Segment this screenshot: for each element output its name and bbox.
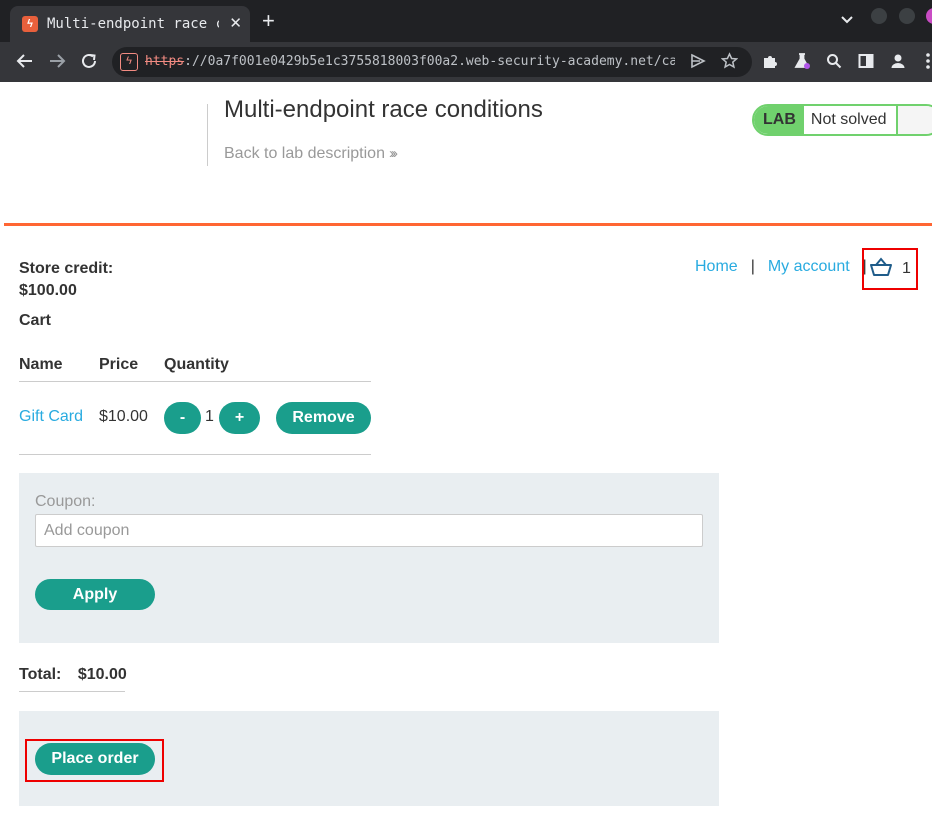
top-nav: Home | My account | bbox=[695, 258, 880, 276]
back-arrow-icon[interactable] bbox=[15, 52, 35, 75]
magnifier-icon[interactable] bbox=[824, 52, 844, 75]
back-link-label: Back to lab description bbox=[224, 145, 385, 162]
header-separator bbox=[4, 223, 932, 226]
item-price: $10.00 bbox=[99, 408, 148, 425]
window-minimize-icon[interactable] bbox=[871, 8, 887, 24]
basket-icon bbox=[869, 256, 893, 282]
order-total: Total: $10.00 bbox=[19, 666, 127, 684]
profile-icon[interactable] bbox=[888, 52, 908, 75]
browser-tab[interactable]: ϟ Multi-endpoint race conditions ✕ bbox=[10, 6, 250, 42]
column-header-price: Price bbox=[99, 356, 139, 373]
store-credit-label: Store credit: bbox=[19, 260, 114, 277]
star-icon[interactable] bbox=[720, 52, 739, 74]
increase-quantity-button[interactable]: + bbox=[219, 402, 260, 434]
page-title: Multi-endpoint race conditions bbox=[224, 96, 543, 123]
sidebar-icon[interactable] bbox=[856, 52, 876, 75]
total-value: $10.00 bbox=[77, 666, 127, 683]
back-to-lab-description-link[interactable]: Back to lab description ››› bbox=[224, 145, 398, 163]
forward-arrow-icon[interactable] bbox=[47, 52, 67, 75]
store-credit-value: $100.00 bbox=[19, 282, 77, 299]
window-maximize-icon[interactable] bbox=[899, 8, 915, 24]
store-credit: Store credit: $100.00 bbox=[19, 258, 113, 302]
double-chevron-right-icon: ››› bbox=[388, 145, 398, 162]
total-label: Total: bbox=[19, 666, 62, 683]
cart-heading: Cart bbox=[19, 312, 52, 329]
send-icon[interactable] bbox=[690, 52, 706, 74]
lab-status: Not solved bbox=[810, 111, 887, 128]
reload-icon[interactable] bbox=[79, 52, 99, 75]
browser-tab-bar: ϟ Multi-endpoint race conditions ✕ + bbox=[0, 0, 932, 42]
new-tab-button[interactable]: + bbox=[262, 10, 275, 32]
browser-toolbar: ϟ https://0a7f001e0429b5e1c3755818003f00… bbox=[0, 42, 932, 82]
puzzle-icon[interactable] bbox=[760, 52, 780, 75]
column-header-quantity: Quantity bbox=[164, 356, 229, 373]
url-text: https://0a7f001e0429b5e1c3755818003f00a2… bbox=[145, 54, 675, 69]
remove-item-button[interactable]: Remove bbox=[276, 402, 371, 434]
close-tab-icon[interactable]: ✕ bbox=[229, 14, 242, 34]
lightning-icon: ϟ bbox=[22, 16, 38, 32]
cart-link[interactable]: 1 bbox=[862, 248, 918, 290]
lab-status-badge: LAB Not solved bbox=[752, 104, 932, 136]
nav-separator: | bbox=[750, 258, 755, 275]
lab-label: LAB bbox=[754, 106, 804, 134]
coupon-form bbox=[19, 473, 719, 643]
tab-title: Multi-endpoint race conditions bbox=[47, 16, 219, 32]
my-account-link[interactable]: My account bbox=[768, 258, 850, 276]
flask-icon[interactable] bbox=[792, 52, 812, 75]
kebab-menu-icon[interactable] bbox=[918, 52, 932, 75]
site-info-icon[interactable]: ϟ bbox=[120, 53, 138, 71]
table-divider bbox=[19, 381, 371, 382]
header-divider bbox=[207, 104, 208, 166]
apply-coupon-button[interactable]: Apply bbox=[35, 579, 155, 610]
lab-status-extra bbox=[895, 106, 932, 134]
window-close-icon[interactable] bbox=[926, 8, 932, 24]
coupon-input[interactable]: Add coupon bbox=[35, 514, 703, 547]
coupon-label: Coupon: bbox=[35, 493, 96, 510]
tab-search-chevron-icon[interactable] bbox=[840, 12, 854, 29]
item-quantity: 1 bbox=[205, 408, 214, 425]
decrease-quantity-button[interactable]: - bbox=[164, 402, 201, 434]
address-bar[interactable]: ϟ https://0a7f001e0429b5e1c3755818003f00… bbox=[112, 47, 752, 77]
cart-count: 1 bbox=[902, 260, 911, 277]
place-order-button[interactable]: Place order bbox=[35, 743, 155, 775]
total-divider bbox=[19, 691, 125, 692]
home-link[interactable]: Home bbox=[695, 258, 738, 276]
item-name-link[interactable]: Gift Card bbox=[19, 408, 83, 426]
column-header-name: Name bbox=[19, 356, 63, 373]
table-divider bbox=[19, 454, 371, 455]
